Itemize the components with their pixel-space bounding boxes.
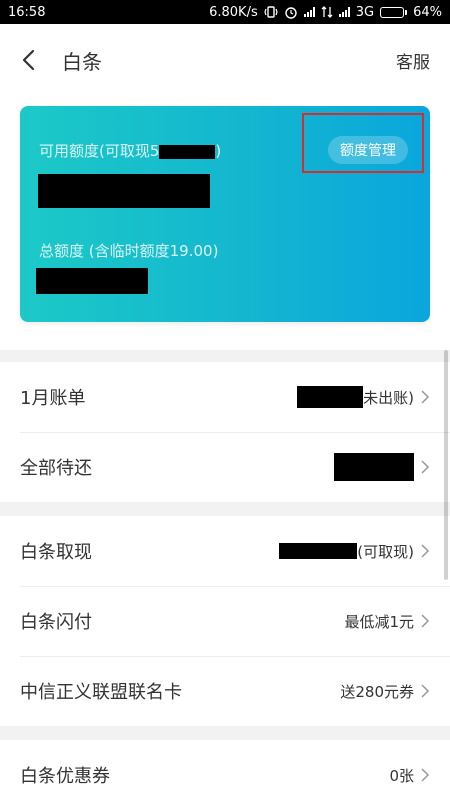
available-credit-label: 可用额度(可取现5) (39, 140, 221, 161)
row-value: 0张 (389, 765, 430, 786)
back-arrow-icon[interactable] (18, 48, 42, 72)
services-group: 白条取现 (可取现) 白条闪付 最低减1元 中信正义联盟联名卡 送280元券 (0, 516, 450, 726)
chevron-right-icon (421, 544, 430, 558)
chevron-right-icon (421, 460, 430, 474)
battery-percent: 64% (413, 4, 442, 20)
row-label: 全部待还 (20, 458, 92, 479)
network-type: 3G (355, 4, 375, 20)
redacted-pending-amount (334, 453, 414, 481)
co-card-promo: 送280元券 (340, 682, 414, 701)
chevron-right-icon (421, 614, 430, 628)
cash-status: (可取现) (357, 542, 414, 561)
redacted-cash-value (279, 543, 358, 559)
nav-bar: 白条 客服 (0, 24, 450, 96)
redacted-available-amount (38, 174, 210, 208)
signal-icon (303, 7, 315, 17)
row-value: (可取现) (279, 541, 430, 562)
status-bar: 16:58 6.80K/s 3G 64% (0, 0, 450, 24)
redacted-bill-amount (297, 386, 364, 408)
row-value: 送280元券 (340, 681, 430, 702)
chevron-right-icon (421, 768, 430, 782)
row-value: 最低减1元 (344, 611, 430, 632)
limit-management-button[interactable]: 额度管理 (328, 136, 408, 164)
chevron-right-icon (421, 684, 430, 698)
scrollbar[interactable] (444, 350, 448, 580)
data-transfer-icon (321, 6, 333, 18)
row-all-pending[interactable]: 全部待还 (0, 432, 450, 502)
bill-group: 1月账单 未出账) 全部待还 (0, 362, 450, 502)
available-credit-text: 可用额度(可取现5 (39, 142, 160, 160)
row-coupons[interactable]: 白条优惠券 0张 (0, 740, 450, 800)
vibrate-icon (264, 6, 278, 18)
coupon-group: 白条优惠券 0张 (0, 740, 450, 800)
coupon-count: 0张 (389, 766, 414, 785)
customer-service-link[interactable]: 客服 (396, 48, 430, 73)
status-indicators: 6.80K/s 3G 64% (209, 5, 442, 20)
status-time: 16:58 (8, 4, 46, 20)
row-label: 中信正义联盟联名卡 (20, 682, 182, 703)
bill-status: 未出账) (363, 388, 414, 407)
row-value (334, 453, 430, 481)
signal-icon-2 (338, 7, 350, 17)
battery-icon (380, 6, 408, 18)
row-co-brand-card[interactable]: 中信正义联盟联名卡 送280元券 (0, 656, 450, 726)
row-monthly-bill[interactable]: 1月账单 未出账) (0, 362, 450, 432)
row-label: 白条闪付 (20, 612, 92, 633)
total-credit-label: 总额度 (含临时额度19.00) (39, 242, 219, 260)
page-title: 白条 (62, 50, 102, 74)
row-label: 白条优惠券 (20, 766, 110, 787)
redacted-total-amount (36, 268, 148, 294)
redacted-cash-amount (159, 144, 216, 159)
flash-pay-promo: 最低减1元 (344, 612, 414, 631)
row-label: 1月账单 (20, 388, 86, 409)
row-label: 白条取现 (20, 542, 92, 563)
row-cash-withdrawal[interactable]: 白条取现 (可取现) (0, 516, 450, 586)
network-speed: 6.80K/s (209, 4, 258, 20)
row-value: 未出账) (297, 386, 430, 408)
available-credit-suffix: ) (215, 142, 222, 160)
row-flash-pay[interactable]: 白条闪付 最低减1元 (0, 586, 450, 656)
alarm-icon (285, 7, 297, 19)
chevron-right-icon (421, 390, 430, 404)
card-section: 可用额度(可取现5) 总额度 (含临时额度19.00) 额度管理 (0, 96, 450, 350)
credit-card: 可用额度(可取现5) 总额度 (含临时额度19.00) 额度管理 (20, 106, 430, 322)
